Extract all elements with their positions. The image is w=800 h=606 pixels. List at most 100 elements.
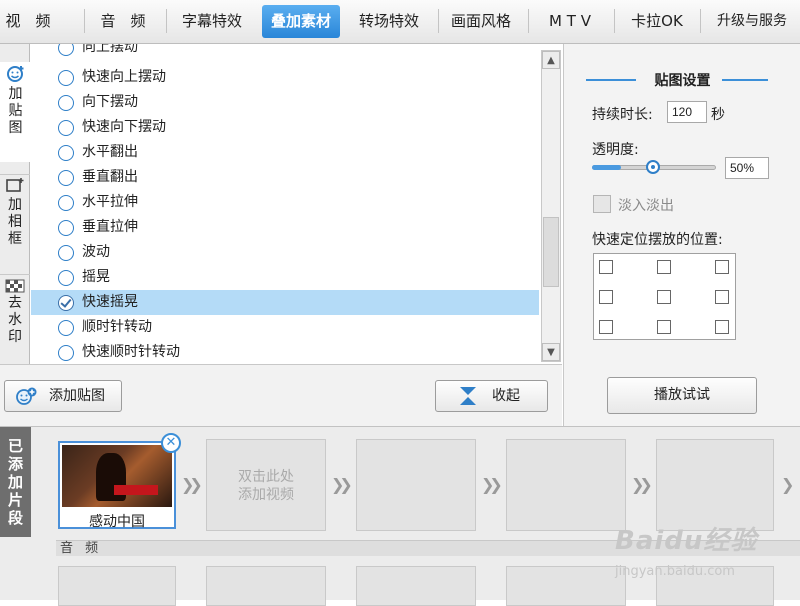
position-top-right[interactable] xyxy=(715,260,729,274)
list-item[interactable]: 水平翻出 xyxy=(31,140,539,165)
add-video-hint-line: 双击此处 xyxy=(238,469,294,485)
fade-label: 淡入淡出 xyxy=(618,198,674,214)
radio-button[interactable] xyxy=(58,120,74,136)
opacity-slider-handle[interactable] xyxy=(646,160,660,174)
tab-subtitle-effects[interactable]: 字幕特效 xyxy=(170,4,254,38)
preview-button[interactable]: 播放试试 xyxy=(607,377,757,414)
radio-button[interactable] xyxy=(58,320,74,336)
radio-button[interactable] xyxy=(58,345,74,361)
sidebar-item-label: 去水印 xyxy=(8,295,22,345)
sidebar-item-label: 加贴图 xyxy=(8,86,23,136)
timeline-area: 已添加片段 感动中国 ✕ ❯❯ 双击此处 添加视频 ❯❯ ❯❯ ❯❯ ❯ 音 频 xyxy=(0,426,800,606)
list-item-label: 快速向下摆动 xyxy=(82,119,166,135)
list-item[interactable]: 快速向上摆动 xyxy=(31,65,539,90)
sequence-arrow-icon: ❯❯ xyxy=(631,475,653,494)
add-sticker-button[interactable]: 添加贴图 xyxy=(4,380,122,412)
sequence-arrow-icon: ❯❯ xyxy=(481,475,503,494)
overlay-category-sidebar: 加贴图 加相框 去水印 xyxy=(0,44,31,364)
audio-slot[interactable] xyxy=(206,566,326,606)
empty-clip-slot[interactable] xyxy=(356,439,476,531)
sidebar-item-add-frame[interactable]: 加相框 xyxy=(0,174,30,274)
empty-clip-slot[interactable] xyxy=(506,439,626,531)
position-bottom-center[interactable] xyxy=(657,320,671,334)
radio-button[interactable] xyxy=(58,270,74,286)
position-bottom-right[interactable] xyxy=(715,320,729,334)
clip-title: 感动中国 xyxy=(89,514,145,530)
audio-slot[interactable] xyxy=(356,566,476,606)
collapse-button[interactable]: 收起 xyxy=(435,380,548,412)
scroll-down-icon[interactable]: ▼ xyxy=(542,343,560,361)
list-item-label: 快速摇晃 xyxy=(82,294,138,310)
position-top-left[interactable] xyxy=(599,260,613,274)
radio-button[interactable] xyxy=(58,245,74,261)
opacity-input[interactable] xyxy=(725,157,769,179)
audio-slot[interactable] xyxy=(58,566,176,606)
list-item[interactable]: 水平拉伸 xyxy=(31,190,539,215)
watermark-removal-icon xyxy=(5,279,25,293)
list-item-label: 水平翻出 xyxy=(82,144,138,160)
duration-label: 持续时长: xyxy=(592,107,653,123)
add-sticker-icon xyxy=(16,387,37,405)
list-item[interactable]: 垂直翻出 xyxy=(31,165,539,190)
list-item-label: 垂直翻出 xyxy=(82,169,138,185)
list-item-label: 波动 xyxy=(82,244,110,260)
tab-mtv[interactable]: M T V xyxy=(532,4,608,38)
audio-slot[interactable] xyxy=(506,566,626,606)
empty-clip-slot[interactable] xyxy=(656,439,774,531)
add-video-hint-line: 添加视频 xyxy=(238,487,294,503)
position-top-center[interactable] xyxy=(657,260,671,274)
radio-button[interactable] xyxy=(58,70,74,86)
added-clips-tab[interactable]: 已添加片段 xyxy=(0,427,31,537)
audio-track-header: 音 频 xyxy=(56,540,800,556)
tab-karaoke[interactable]: 卡拉OK xyxy=(618,4,696,38)
list-item[interactable]: 向上摆动 xyxy=(31,44,539,60)
sidebar-item-remove-watermark[interactable]: 去水印 xyxy=(0,274,30,364)
radio-button[interactable] xyxy=(58,44,74,56)
add-video-hint: 双击此处 添加视频 xyxy=(207,468,325,504)
list-item[interactable]: 波动 xyxy=(31,240,539,265)
tab-overlay-materials[interactable]: 叠加素材 xyxy=(262,5,340,38)
sequence-arrow-icon: ❯❯ xyxy=(331,475,353,494)
position-middle-left[interactable] xyxy=(599,290,613,304)
list-item-label: 向上摆动 xyxy=(82,44,138,55)
radio-button[interactable] xyxy=(58,145,74,161)
sidebar-item-add-sticker[interactable]: 加贴图 xyxy=(0,62,31,162)
position-bottom-left[interactable] xyxy=(599,320,613,334)
scrollbar-thumb[interactable] xyxy=(543,217,559,287)
frame-icon xyxy=(6,178,24,192)
list-item[interactable]: 顺时针转动 xyxy=(31,315,539,340)
fade-checkbox[interactable] xyxy=(593,195,611,213)
audio-slot[interactable] xyxy=(656,566,774,606)
tab-picture-style[interactable]: 画面风格 xyxy=(440,4,522,38)
list-item[interactable]: 向下摆动 xyxy=(31,90,539,115)
tab-video[interactable]: 视 频 xyxy=(0,4,56,38)
list-item-selected[interactable]: 快速摇晃 xyxy=(31,290,539,315)
radio-button[interactable] xyxy=(58,170,74,186)
position-middle-right[interactable] xyxy=(715,290,729,304)
scroll-up-icon[interactable]: ▲ xyxy=(542,51,560,69)
list-item[interactable]: 垂直拉伸 xyxy=(31,215,539,240)
radio-button[interactable] xyxy=(58,195,74,211)
tab-audio[interactable]: 音 频 xyxy=(88,4,158,38)
tab-transition-effects[interactable]: 转场特效 xyxy=(348,4,430,38)
list-item[interactable]: 摇晃 xyxy=(31,265,539,290)
list-scrollbar[interactable]: ▲ ▼ xyxy=(541,50,561,362)
add-sticker-label: 添加贴图 xyxy=(49,388,105,404)
sticker-settings-panel: 贴图设置 持续时长: 秒 透明度: 淡入淡出 快速定位摆放的位置: 播放试试 xyxy=(563,44,800,426)
list-item[interactable]: 快速顺时针转动 xyxy=(31,340,539,364)
sequence-arrow-icon: ❯❯ xyxy=(181,475,203,494)
position-center[interactable] xyxy=(657,290,671,304)
remove-clip-close-icon[interactable]: ✕ xyxy=(161,433,181,453)
duration-input[interactable] xyxy=(667,101,707,123)
sidebar-item-label: 加相框 xyxy=(8,197,22,247)
duration-unit: 秒 xyxy=(711,107,725,123)
tab-divider xyxy=(700,9,701,33)
timeline-clip[interactable]: 感动中国 xyxy=(58,441,176,530)
radio-button-checked[interactable] xyxy=(58,295,74,311)
list-item[interactable]: 快速向下摆动 xyxy=(31,115,539,140)
add-video-slot[interactable]: 双击此处 添加视频 xyxy=(206,439,326,531)
radio-button[interactable] xyxy=(58,220,74,236)
radio-button[interactable] xyxy=(58,95,74,111)
tab-upgrade-services[interactable]: 升级与服务 xyxy=(704,4,800,38)
list-item-label: 水平拉伸 xyxy=(82,194,138,210)
